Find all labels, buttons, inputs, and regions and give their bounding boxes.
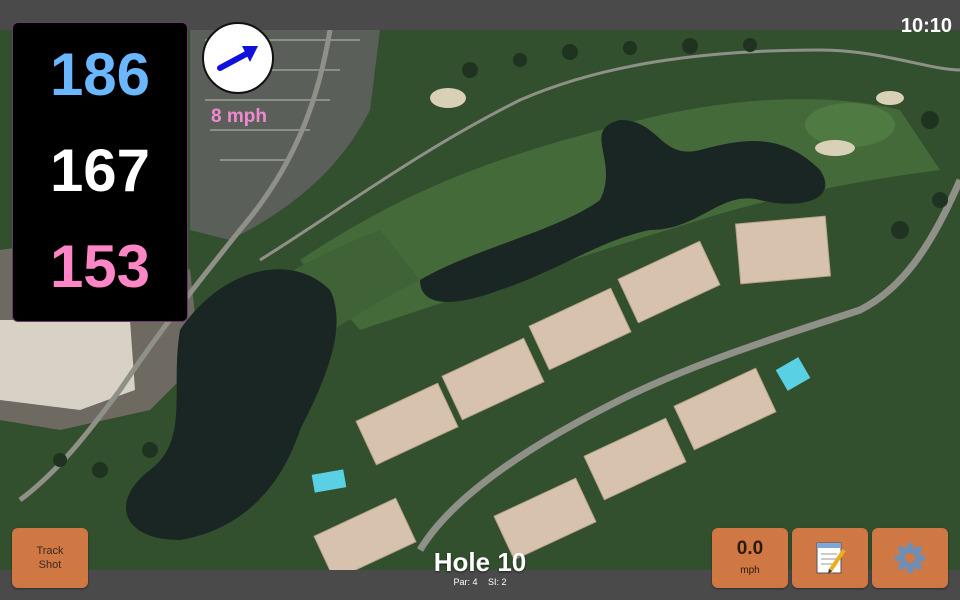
wind-indicator[interactable] bbox=[202, 22, 274, 94]
speed-unit: mph bbox=[740, 565, 760, 576]
speed-value: 0.0 bbox=[736, 538, 764, 559]
track-shot-label: Track Shot bbox=[36, 544, 63, 572]
track-shot-label-line1: Track bbox=[36, 545, 64, 557]
notepad-icon bbox=[816, 542, 846, 574]
clock: 10:10 bbox=[900, 15, 952, 37]
track-shot-button[interactable]: Track Shot bbox=[12, 528, 88, 588]
distance-panel: 186 167 153 bbox=[12, 22, 188, 322]
middle-distance: 167 bbox=[49, 137, 151, 204]
hole-meta: Par: 4 SI: 2 bbox=[380, 577, 580, 587]
notes-button[interactable] bbox=[792, 528, 868, 588]
hole-stroke-index: SI: 2 bbox=[488, 577, 507, 587]
hole-par: Par: 4 bbox=[453, 577, 478, 587]
wind-speed-label: 8 mph bbox=[211, 106, 267, 127]
back-distance: 186 bbox=[49, 41, 151, 108]
hole-title: Hole 10 bbox=[433, 547, 527, 577]
arrow-icon bbox=[217, 46, 258, 71]
track-shot-label-line2: Shot bbox=[38, 559, 62, 571]
front-distance: 153 bbox=[49, 233, 151, 300]
settings-button[interactable] bbox=[872, 528, 948, 588]
gear-icon bbox=[895, 543, 925, 573]
speed-button[interactable]: 0.0 mph bbox=[712, 528, 788, 588]
